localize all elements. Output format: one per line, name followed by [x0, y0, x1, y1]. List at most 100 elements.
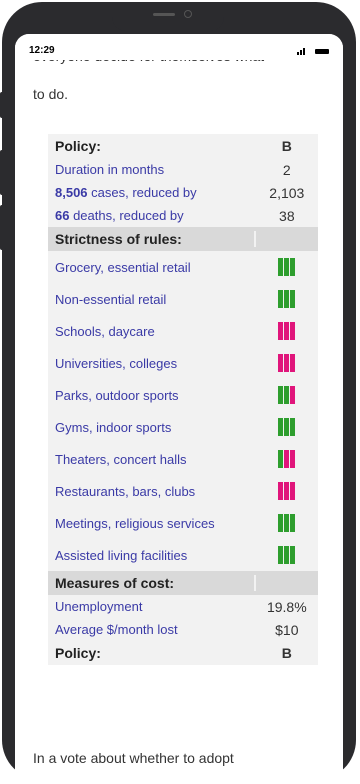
- strictness-bar: [289, 418, 295, 436]
- status-time: 12:29: [29, 45, 55, 56]
- rule-row: Theaters, concert halls: [48, 443, 318, 475]
- rule-label[interactable]: Theaters, concert halls: [48, 452, 256, 467]
- cost-header: Measures of cost:: [48, 571, 318, 595]
- screen: everyone decide for themselves what 12:2…: [15, 34, 343, 784]
- strictness-bar: [289, 386, 295, 404]
- duration-label[interactable]: Duration in months: [48, 162, 256, 177]
- signal-icon: [297, 48, 307, 55]
- strictness-bar: [289, 450, 295, 468]
- strictness-bar: [283, 450, 289, 468]
- strictness-bars-icon[interactable]: [256, 482, 318, 500]
- strictness-bar: [277, 450, 283, 468]
- rule-row: Parks, outdoor sports: [48, 379, 318, 411]
- strictness-bars-icon[interactable]: [256, 322, 318, 340]
- rule-row: Non-essential retail: [48, 283, 318, 315]
- strictness-bar: [283, 258, 289, 276]
- strictness-bar: [283, 322, 289, 340]
- rule-row: Gyms, indoor sports: [48, 411, 318, 443]
- strictness-bar: [289, 354, 295, 372]
- strictness-bars-icon[interactable]: [256, 386, 318, 404]
- strictness-bars-icon[interactable]: [256, 450, 318, 468]
- strictness-bar: [289, 514, 295, 532]
- strictness-bars-icon[interactable]: [256, 418, 318, 436]
- strictness-label: Strictness of rules:: [48, 231, 257, 247]
- strictness-bar: [283, 354, 289, 372]
- strictness-bars-icon[interactable]: [256, 354, 318, 372]
- policy-footer-row: Policy: B: [48, 641, 318, 665]
- rule-label[interactable]: Assisted living facilities: [48, 548, 256, 563]
- policy-footer-label: Policy:: [55, 645, 101, 661]
- strictness-bar: [289, 290, 295, 308]
- rule-label[interactable]: Parks, outdoor sports: [48, 388, 256, 403]
- unemployment-row: Unemployment 19.8%: [48, 595, 318, 618]
- strictness-bar: [289, 546, 295, 564]
- rule-label[interactable]: Non-essential retail: [48, 292, 256, 307]
- strictness-bar: [277, 386, 283, 404]
- silent-switch: [0, 92, 6, 118]
- strictness-bars-icon[interactable]: [256, 258, 318, 276]
- money-row: Average $/month lost $10: [48, 618, 318, 641]
- cases-text: cases, reduced by: [87, 185, 197, 200]
- rule-label[interactable]: Gyms, indoor sports: [48, 420, 256, 435]
- strictness-bars-icon[interactable]: [256, 514, 318, 532]
- volume-up-button: [0, 150, 6, 195]
- rule-label[interactable]: Universities, colleges: [48, 356, 256, 371]
- strictness-bar: [289, 258, 295, 276]
- deaths-count: 66: [55, 208, 70, 223]
- money-label[interactable]: Average $/month lost: [48, 622, 256, 637]
- strictness-bars-icon[interactable]: [256, 546, 318, 564]
- policy-table: Policy: B Duration in months 2 8,506 cas…: [48, 134, 318, 665]
- rule-label[interactable]: Meetings, religious services: [48, 516, 256, 531]
- rule-row: Schools, daycare: [48, 315, 318, 347]
- strictness-bar: [277, 322, 283, 340]
- policy-header-row: Policy: B: [48, 134, 318, 158]
- cases-label[interactable]: 8,506 cases, reduced by: [48, 185, 256, 200]
- strictness-bar: [283, 386, 289, 404]
- deaths-row: 66 deaths, reduced by 38: [48, 204, 318, 227]
- deaths-label[interactable]: 66 deaths, reduced by: [48, 208, 256, 223]
- rules-list: Grocery, essential retail Non-essential r…: [48, 251, 318, 571]
- strictness-bars-icon[interactable]: [256, 290, 318, 308]
- volume-down-button: [0, 205, 6, 250]
- duration-value: 2: [282, 161, 291, 178]
- strictness-bar: [283, 418, 289, 436]
- money-value: $10: [275, 621, 299, 638]
- strictness-bar: [283, 546, 289, 564]
- strictness-bar: [289, 482, 295, 500]
- cost-label: Measures of cost:: [48, 575, 257, 591]
- policy-footer-value: B: [281, 645, 292, 661]
- bottom-text: In a vote about whether to adopt: [33, 750, 234, 766]
- rule-label[interactable]: Schools, daycare: [48, 324, 256, 339]
- policy-value: B: [281, 138, 292, 154]
- battery-icon: [315, 49, 329, 54]
- cases-row: 8,506 cases, reduced by 2,103: [48, 181, 318, 204]
- strictness-bar: [277, 418, 283, 436]
- strictness-bar: [277, 258, 283, 276]
- unemployment-label[interactable]: Unemployment: [48, 599, 256, 614]
- rule-row: Grocery, essential retail: [48, 251, 318, 283]
- strictness-bar: [283, 514, 289, 532]
- rule-label[interactable]: Restaurants, bars, clubs: [48, 484, 256, 499]
- strictness-bar: [283, 290, 289, 308]
- policy-label: Policy:: [55, 138, 101, 154]
- strictness-bar: [277, 482, 283, 500]
- phone-notch: [112, 3, 224, 31]
- strictness-bar: [289, 322, 295, 340]
- cases-count: 8,506: [55, 185, 88, 200]
- rule-label[interactable]: Grocery, essential retail: [48, 260, 256, 275]
- strictness-bar: [277, 546, 283, 564]
- status-bar: 12:29: [15, 34, 343, 60]
- rule-row: Meetings, religious services: [48, 507, 318, 539]
- rule-row: Universities, colleges: [48, 347, 318, 379]
- strictness-bar: [277, 290, 283, 308]
- duration-row: Duration in months 2: [48, 158, 318, 181]
- strictness-header: Strictness of rules:: [48, 227, 318, 251]
- cases-value: 2,103: [269, 184, 305, 201]
- unemployment-value: 19.8%: [266, 598, 307, 615]
- deaths-text: deaths, reduced by: [69, 208, 184, 223]
- strictness-bar: [277, 514, 283, 532]
- strictness-bar: [283, 482, 289, 500]
- rule-row: Restaurants, bars, clubs: [48, 475, 318, 507]
- strictness-bar: [277, 354, 283, 372]
- deaths-value: 38: [279, 207, 295, 224]
